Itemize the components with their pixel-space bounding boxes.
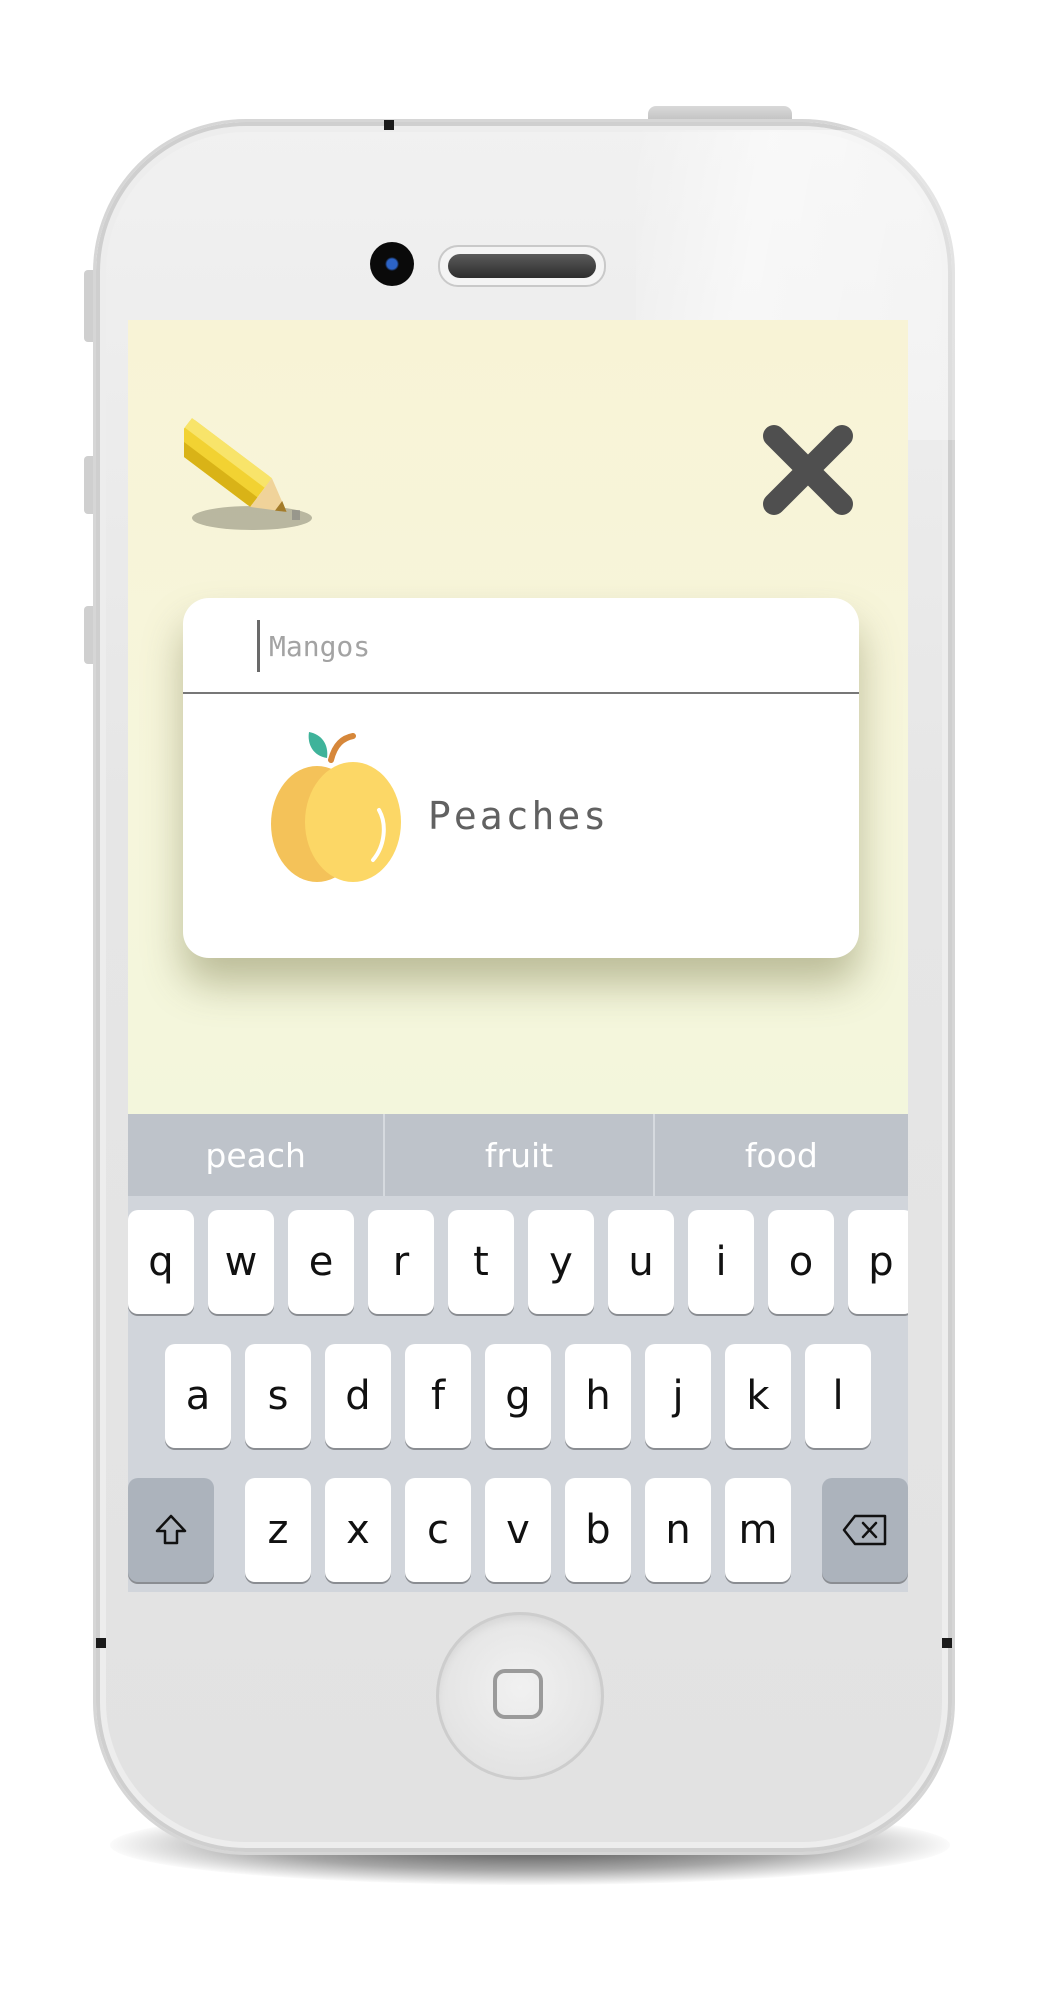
key-v[interactable]: v [485, 1478, 551, 1582]
backspace-key[interactable] [822, 1478, 908, 1582]
suggestion-bar: peach fruit food [128, 1114, 908, 1196]
suggestion-peach[interactable]: peach [128, 1114, 383, 1196]
key-e[interactable]: e [288, 1210, 354, 1314]
key-g[interactable]: g [485, 1344, 551, 1448]
backspace-icon [842, 1514, 887, 1546]
key-p[interactable]: p [848, 1210, 908, 1314]
antenna-mark [384, 120, 394, 130]
home-square [493, 1669, 543, 1719]
key-l[interactable]: l [805, 1344, 871, 1448]
key-j[interactable]: j [645, 1344, 711, 1448]
key-o[interactable]: o [768, 1210, 834, 1314]
key-q[interactable]: q [128, 1210, 194, 1314]
key-h[interactable]: h [565, 1344, 631, 1448]
antenna-mark [96, 1638, 106, 1648]
peach-icon [269, 724, 405, 884]
key-c[interactable]: c [405, 1478, 471, 1582]
keyboard: peach fruit food q w e r t y u i o p a s… [128, 1114, 908, 1592]
key-z[interactable]: z [245, 1478, 311, 1582]
key-i[interactable]: i [688, 1210, 754, 1314]
key-n[interactable]: n [645, 1478, 711, 1582]
earpiece-speaker [438, 245, 606, 287]
home-button-icon[interactable] [436, 1612, 604, 1780]
text-cursor [257, 620, 260, 672]
suggestion-food[interactable]: food [652, 1114, 908, 1196]
key-a[interactable]: a [165, 1344, 231, 1448]
key-b[interactable]: b [565, 1478, 631, 1582]
key-t[interactable]: t [448, 1210, 514, 1314]
result-item[interactable]: Peaches [183, 694, 859, 954]
search-input[interactable] [269, 620, 829, 672]
key-u[interactable]: u [608, 1210, 674, 1314]
antenna-mark [942, 1638, 952, 1648]
key-m[interactable]: m [725, 1478, 791, 1582]
shift-icon [155, 1514, 187, 1545]
search-card: Peaches [183, 598, 859, 958]
key-x[interactable]: x [325, 1478, 391, 1582]
key-r[interactable]: r [368, 1210, 434, 1314]
key-s[interactable]: s [245, 1344, 311, 1448]
search-row [183, 598, 859, 694]
key-w[interactable]: w [208, 1210, 274, 1314]
result-label: Peaches [428, 794, 610, 838]
key-f[interactable]: f [405, 1344, 471, 1448]
key-k[interactable]: k [725, 1344, 791, 1448]
key-d[interactable]: d [325, 1344, 391, 1448]
key-y[interactable]: y [528, 1210, 594, 1314]
app-area: Peaches [128, 320, 908, 1114]
suggestion-fruit[interactable]: fruit [383, 1114, 652, 1196]
close-icon[interactable] [758, 420, 858, 520]
pencil-icon[interactable] [170, 400, 334, 540]
shift-key[interactable] [128, 1478, 214, 1582]
front-camera [370, 242, 414, 286]
screen: Peaches peach fruit food q w e r t y u i… [128, 320, 908, 1592]
